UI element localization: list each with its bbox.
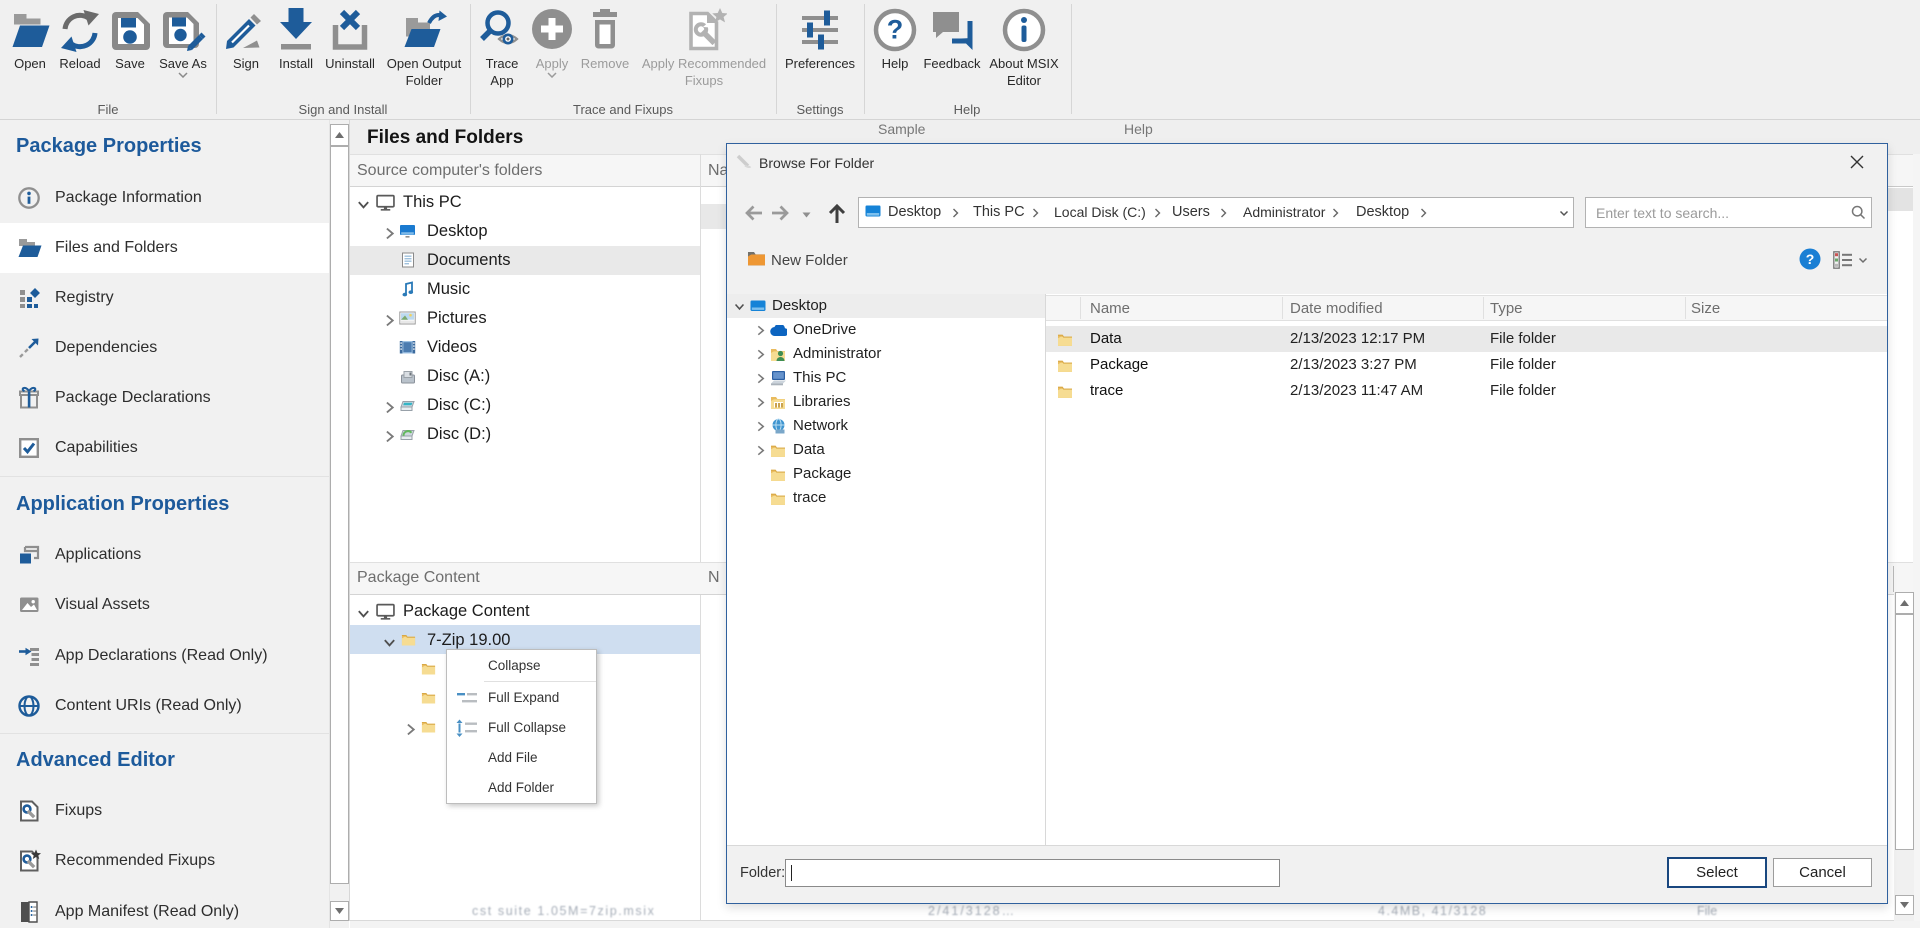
- svg-text:?: ?: [1806, 251, 1815, 267]
- svg-text:?: ?: [887, 15, 904, 45]
